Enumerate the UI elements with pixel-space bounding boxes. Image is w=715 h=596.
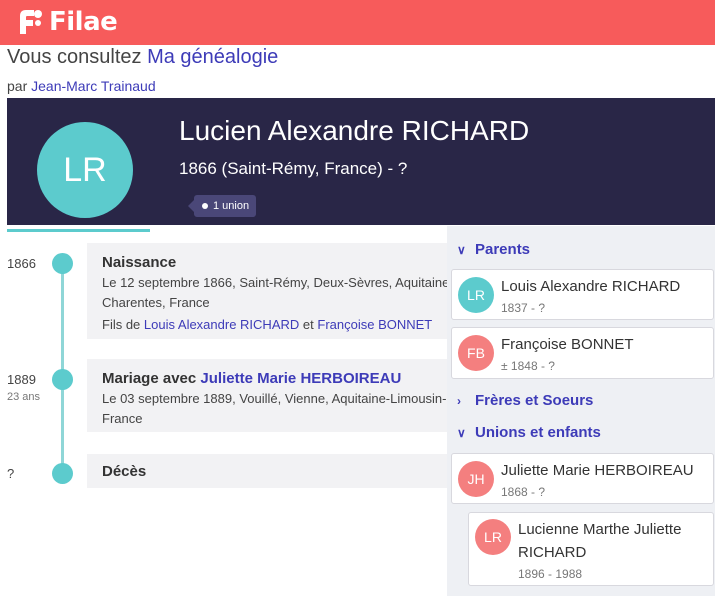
event-title: Mariage avec Juliette Marie HERBOIREAU: [102, 370, 401, 387]
event-title: Naissance: [102, 254, 177, 271]
person-name-line1: Lucienne Marthe Juliette: [518, 521, 682, 538]
chevron-right-icon: ›: [457, 393, 461, 408]
parent-card-mother[interactable]: FB Françoise BONNET ± 1848 - ?: [451, 327, 714, 379]
union-badge-label: 1 union: [213, 200, 250, 212]
parents-label: Parents: [475, 241, 531, 258]
event-card-death: Décès: [87, 454, 447, 488]
event-title: Décès: [102, 463, 147, 480]
consult-line: Vous consultez Ma généalogie: [7, 46, 278, 69]
parent-card-father[interactable]: LR Louis Alexandre RICHARD 1837 - ?: [451, 269, 714, 320]
child-of-prefix: Fils de: [102, 317, 141, 332]
bullet-icon: [202, 203, 208, 209]
top-bar: Filae: [0, 0, 715, 45]
union-badge[interactable]: 1 union: [187, 195, 257, 217]
event-details-line1: Le 12 septembre 1866, Saint-Rémy, Deux-S…: [102, 275, 454, 290]
filae-logo-icon: [20, 10, 42, 34]
timeline-line: [61, 262, 64, 474]
person-name: Lucien Alexandre RICHARD: [179, 115, 530, 146]
event-parents: Fils de Louis Alexandre RICHARD et Franç…: [102, 315, 432, 335]
timeline-dot: [52, 253, 73, 274]
timeline-dot: [52, 463, 73, 484]
brand-name: Filae: [49, 7, 118, 37]
person-hero: LR Lucien Alexandre RICHARD 1866 (Saint-…: [7, 98, 715, 225]
avatar: LR: [37, 122, 133, 218]
event-details-line1: Le 03 septembre 1889, Vouillé, Vienne, A…: [102, 391, 447, 406]
active-tab-indicator: [7, 229, 150, 232]
event-year: ?: [7, 466, 15, 481]
author-prefix: par: [7, 78, 28, 94]
spouse-link[interactable]: Juliette Marie HERBOIREAU: [200, 370, 401, 387]
event-card-marriage: Mariage avec Juliette Marie HERBOIREAU L…: [87, 359, 447, 432]
chevron-down-icon: ∨: [457, 242, 466, 257]
unions-label: Unions et enfants: [475, 424, 601, 441]
child-card[interactable]: LR Lucienne Marthe Juliette RICHARD 1896…: [468, 512, 714, 586]
filae-logo[interactable]: Filae: [14, 6, 118, 38]
avatar: FB: [458, 335, 494, 371]
tree-link[interactable]: Ma généalogie: [147, 46, 278, 68]
event-age: 23 ans: [7, 391, 41, 403]
event-details-line2: Charentes, France: [102, 295, 210, 310]
person-dates: ± 1848 - ?: [501, 359, 555, 373]
timeline-dot: [52, 369, 73, 390]
person-dates: 1868 - ?: [501, 485, 546, 499]
family-sidebar: ∨ Parents LR Louis Alexandre RICHARD 183…: [447, 226, 715, 596]
event-title-prefix: Mariage avec: [102, 370, 197, 387]
person-dates: 1896 - 1988: [518, 567, 583, 581]
person-name: Louis Alexandre RICHARD: [501, 278, 681, 295]
spouse-card[interactable]: JH Juliette Marie HERBOIREAU 1868 - ?: [451, 453, 714, 504]
unions-toggle[interactable]: ∨ Unions et enfants: [457, 424, 601, 441]
and-label: et: [302, 317, 314, 332]
father-link[interactable]: Louis Alexandre RICHARD: [144, 317, 299, 332]
event-year: 1889: [7, 372, 36, 387]
siblings-label: Frères et Soeurs: [475, 392, 594, 409]
siblings-toggle[interactable]: › Frères et Soeurs: [457, 392, 593, 409]
consult-prefix: Vous consultez: [7, 46, 142, 68]
mother-link[interactable]: Françoise BONNET: [317, 317, 432, 332]
author-line: par Jean-Marc Trainaud: [7, 78, 156, 94]
chevron-down-icon: ∨: [457, 425, 466, 440]
parents-toggle[interactable]: ∨ Parents: [457, 241, 530, 258]
person-name-line2: RICHARD: [518, 544, 587, 561]
avatar: LR: [458, 277, 494, 313]
event-details-line2: France: [102, 411, 143, 426]
event-year: 1866: [7, 256, 36, 271]
author-link[interactable]: Jean-Marc Trainaud: [31, 78, 156, 94]
event-card-birth: Naissance Le 12 septembre 1866, Saint-Ré…: [87, 243, 454, 339]
avatar: LR: [475, 519, 511, 555]
avatar: JH: [458, 461, 494, 497]
person-dates: 1866 (Saint-Rémy, France) - ?: [179, 159, 408, 178]
person-name: Françoise BONNET: [501, 336, 634, 353]
person-name: Juliette Marie HERBOIREAU: [501, 462, 694, 479]
person-dates: 1837 - ?: [501, 301, 546, 315]
